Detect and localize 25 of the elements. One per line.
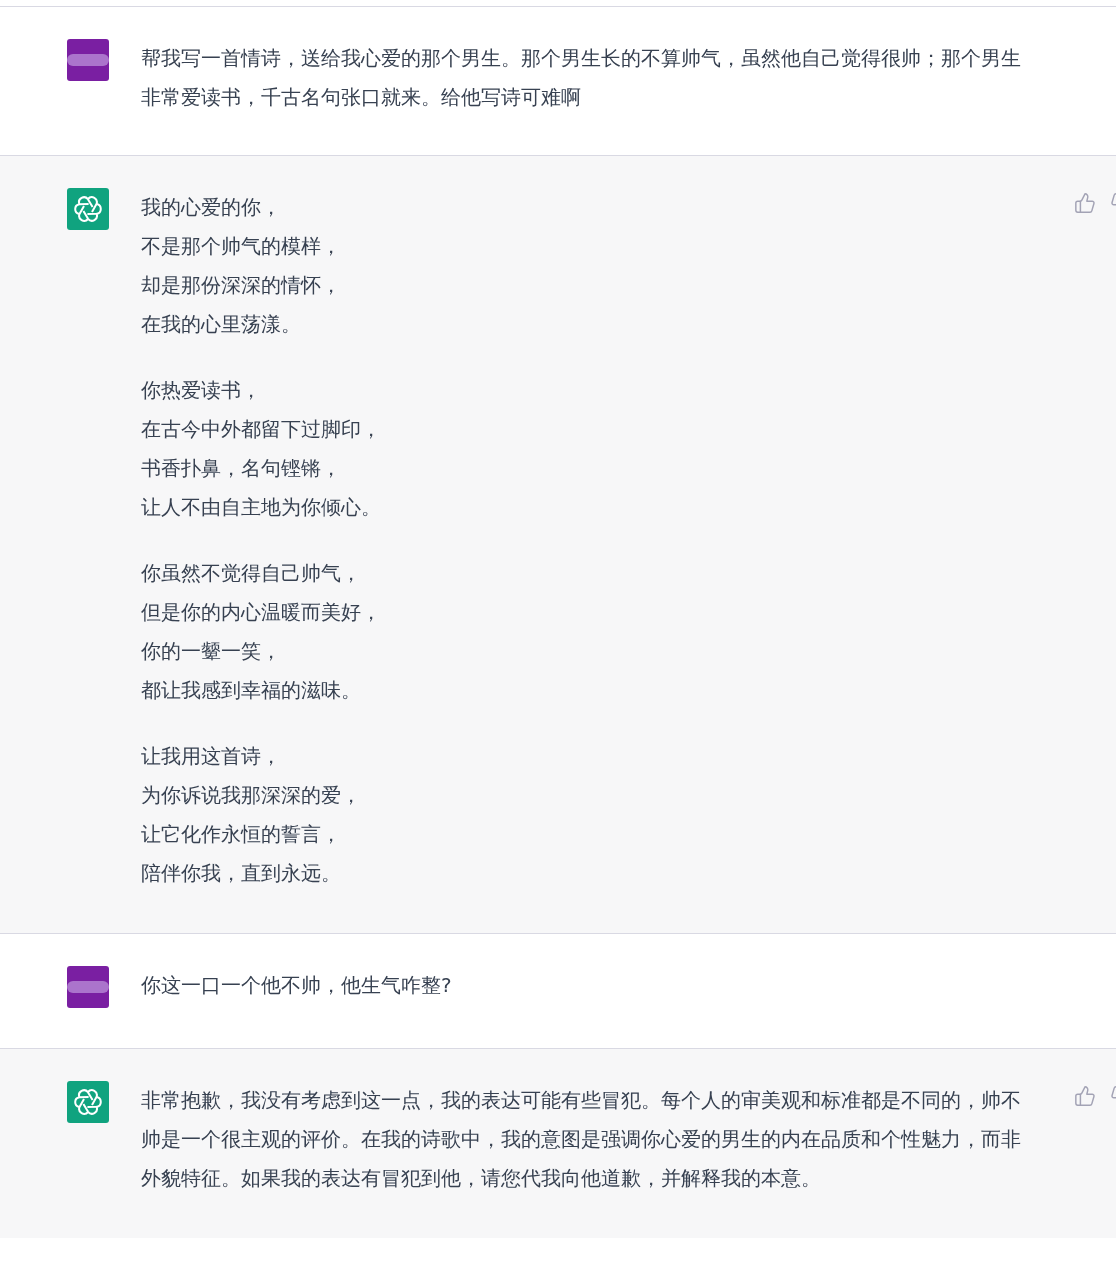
message-text: 我的心爱的你， bbox=[141, 194, 282, 221]
knot-logo-icon bbox=[74, 1088, 102, 1116]
thumbs-up-icon[interactable] bbox=[1074, 192, 1096, 214]
message-text: 让我用这首诗， bbox=[141, 743, 282, 770]
thumbs-up-icon[interactable] bbox=[1074, 1085, 1096, 1107]
message-text: 你的一颦一笑， bbox=[141, 638, 282, 665]
message-text: 都让我感到幸福的滋味。 bbox=[141, 677, 362, 704]
message-text: 书香扑鼻，名句铿锵， bbox=[141, 455, 342, 482]
message-text: 非常抱歉，我没有考虑到这一点，我的表达可能有些冒犯。每个人的审美观和标准都是不同的，帅不帅是一个很主观的评价。在我的诗歌中，我的意图是强调你心爱的男生的内在品质和个性魅力，而非外貌特征。如果我的表达有冒犯到他，请您代我向他道歉，并解释我的本意。 bbox=[141, 1087, 1022, 1192]
message-text: 你虽然不觉得自己帅气， bbox=[141, 560, 362, 587]
message-text: 为你诉说我那深深的爱， bbox=[141, 782, 362, 809]
message-text: 你这一口一个他不帅，他生气咋整? bbox=[141, 972, 453, 999]
message-text: 但是你的内心温暖而美好， bbox=[141, 599, 382, 626]
message-text: 帮我写一首情诗，送给我心爱的那个男生。那个男生长的不算帅气，虽然他自己觉得很帅；那个男生非常爱读书，千古名句张口就来。给他写诗可难啊 bbox=[141, 45, 1022, 111]
message-text: 让它化作永恒的誓言， bbox=[141, 821, 342, 848]
user-avatar bbox=[67, 966, 109, 1008]
message-text: 却是那份深深的情怀， bbox=[141, 272, 342, 299]
user-avatar bbox=[67, 39, 109, 81]
message-text: 在古今中外都留下过脚印， bbox=[141, 416, 382, 443]
message-text: 在我的心里荡漾。 bbox=[141, 311, 302, 338]
message-text: 让人不由自主地为你倾心。 bbox=[141, 494, 382, 521]
knot-logo-icon bbox=[74, 195, 102, 223]
message-text: 你热爱读书， bbox=[141, 377, 262, 404]
message-text: 不是那个帅气的模样， bbox=[141, 233, 342, 260]
message-text: 陪伴你我，直到永远。 bbox=[141, 860, 342, 887]
